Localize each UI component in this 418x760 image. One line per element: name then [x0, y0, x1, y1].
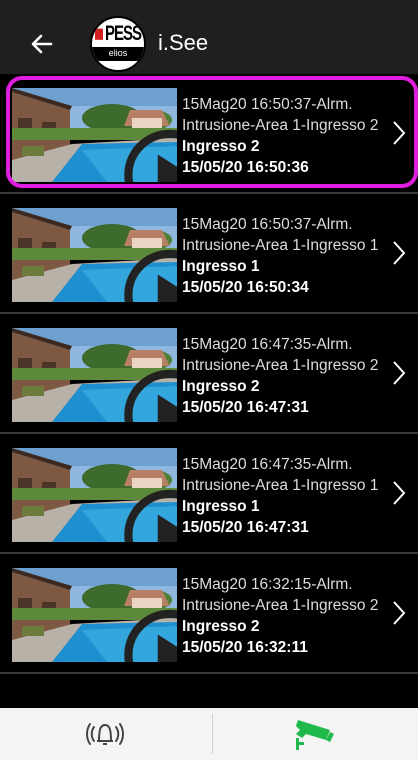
- event-thumbnail[interactable]: [12, 208, 177, 302]
- brand-logo: PESS elios: [90, 16, 146, 72]
- bell-ringing-icon: [85, 723, 124, 745]
- event-alarm-line: 15Mag20 16:47:35-Alrm.: [182, 336, 353, 353]
- chevron-right-icon[interactable]: [392, 480, 406, 506]
- event-datetime: 15/05/20 16:47:31: [182, 399, 309, 416]
- event-alarm-line: 15Mag20 16:47:35-Alrm.: [182, 456, 353, 473]
- event-description: Intrusione-Area 1-Ingresso 2: [182, 117, 379, 134]
- back-button[interactable]: [22, 24, 62, 64]
- play-icon: [124, 489, 177, 542]
- event-thumbnail[interactable]: [12, 448, 177, 542]
- event-row[interactable]: 15Mag20 16:47:35-Alrm. Intrusione-Area 1…: [0, 314, 418, 434]
- tab-cameras[interactable]: [209, 708, 418, 760]
- event-description: Intrusione-Area 1-Ingresso 1: [182, 477, 379, 494]
- chevron-right-icon[interactable]: [392, 240, 406, 266]
- event-text: 15Mag20 16:50:37-Alrm. Intrusione-Area 1…: [182, 94, 388, 178]
- event-datetime: 15/05/20 16:50:36: [182, 159, 309, 176]
- cctv-camera-icon: [295, 720, 334, 750]
- event-camera-name: Ingresso 2: [182, 618, 260, 635]
- event-row[interactable]: 15Mag20 16:47:35-Alrm. Intrusione-Area 1…: [0, 434, 418, 554]
- event-camera-name: Ingresso 1: [182, 498, 260, 515]
- event-datetime: 15/05/20 16:32:11: [182, 639, 308, 656]
- event-thumbnail[interactable]: [12, 328, 177, 422]
- play-icon: [124, 129, 177, 182]
- app-title: i.See: [158, 30, 209, 55]
- chevron-right-icon[interactable]: [392, 120, 406, 146]
- event-row[interactable]: 15Mag20 16:32:15-Alrm. Intrusione-Area 1…: [0, 554, 418, 674]
- event-camera-name: Ingresso 2: [182, 378, 260, 395]
- event-text: 15Mag20 16:50:37-Alrm. Intrusione-Area 1…: [182, 214, 388, 298]
- event-description: Intrusione-Area 1-Ingresso 2: [182, 357, 379, 374]
- event-row[interactable]: 15Mag20 16:50:37-Alrm. Intrusione-Area 1…: [0, 194, 418, 314]
- event-datetime: 15/05/20 16:50:34: [182, 279, 309, 296]
- event-description: Intrusione-Area 1-Ingresso 1: [182, 237, 379, 254]
- chevron-right-icon[interactable]: [392, 600, 406, 626]
- play-icon: [124, 249, 177, 302]
- event-camera-name: Ingresso 1: [182, 258, 260, 275]
- event-text: 15Mag20 16:47:35-Alrm. Intrusione-Area 1…: [182, 334, 388, 418]
- arrow-left-icon: [31, 34, 53, 54]
- event-alarm-line: 15Mag20 16:32:15-Alrm.: [182, 576, 353, 593]
- event-thumbnail[interactable]: [12, 88, 177, 182]
- bottom-nav: [0, 708, 418, 760]
- event-description: Intrusione-Area 1-Ingresso 2: [182, 597, 379, 614]
- play-icon: [124, 609, 177, 662]
- event-thumbnail[interactable]: [12, 568, 177, 662]
- event-datetime: 15/05/20 16:47:31: [182, 519, 309, 536]
- row-divider: [0, 672, 418, 674]
- tab-notifications[interactable]: [0, 708, 209, 760]
- event-text: 15Mag20 16:32:15-Alrm. Intrusione-Area 1…: [182, 574, 388, 658]
- event-alarm-line: 15Mag20 16:50:37-Alrm.: [182, 96, 353, 113]
- event-camera-name: Ingresso 2: [182, 138, 260, 155]
- play-icon: [124, 369, 177, 422]
- event-alarm-line: 15Mag20 16:50:37-Alrm.: [182, 216, 353, 233]
- event-text: 15Mag20 16:47:35-Alrm. Intrusione-Area 1…: [182, 454, 388, 538]
- chevron-right-icon[interactable]: [392, 360, 406, 386]
- event-row[interactable]: 15Mag20 16:50:37-Alrm. Intrusione-Area 1…: [0, 74, 418, 194]
